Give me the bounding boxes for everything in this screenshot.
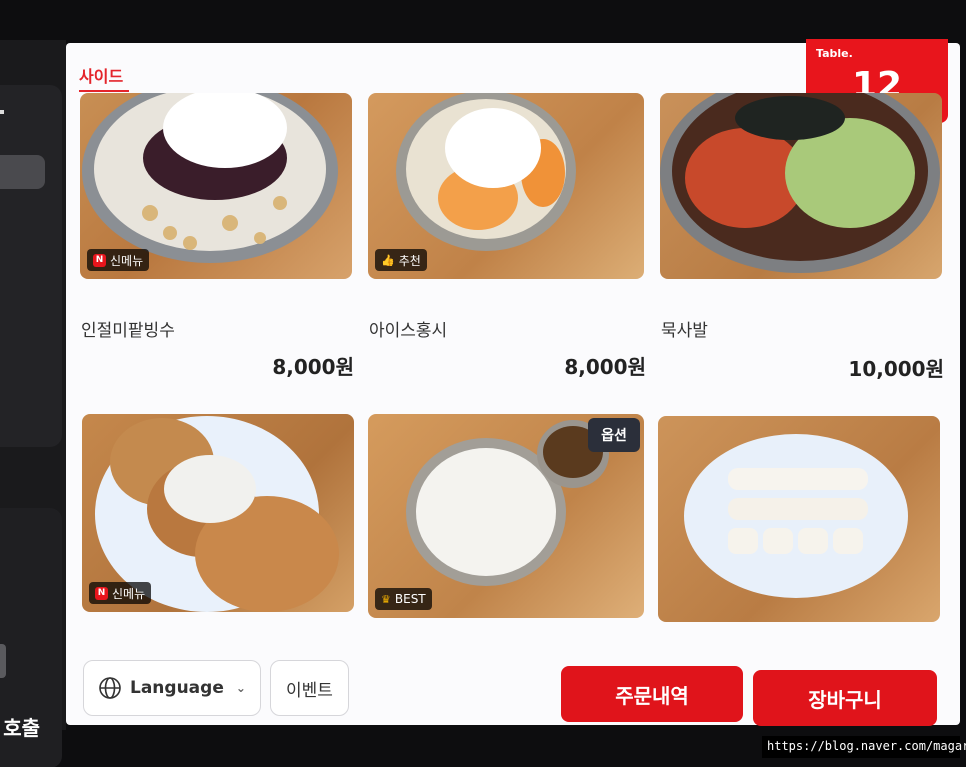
menu-card[interactable]: N 신메뉴: [82, 414, 354, 614]
thumbs-up-icon: 👍: [381, 253, 395, 267]
left-sidebar: 호출: [0, 40, 66, 767]
menu-tag-label: 신메뉴: [112, 586, 146, 601]
menu-card[interactable]: [658, 416, 942, 623]
menu-tag: N 신메뉴: [87, 249, 150, 271]
sidebar-menu-panel: [0, 85, 62, 447]
blog-watermark: https://blog.naver.com/magaret52: [762, 736, 966, 758]
category-tab-underline: [79, 90, 129, 92]
event-button[interactable]: 이벤트: [270, 660, 349, 716]
globe-icon: [99, 677, 121, 699]
menu-item-price: 10,000원: [848, 357, 944, 381]
sidebar-marker: [0, 110, 4, 114]
menu-photo-rice-drink: 옵션 ♛ BEST: [368, 414, 644, 618]
menu-tag-label: 신메뉴: [110, 253, 144, 268]
menu-photo-ice-persimmon: 👍 추천: [368, 93, 644, 279]
menu-photo-bingsu: N 신메뉴: [80, 93, 352, 279]
language-button[interactable]: Language ⌄: [83, 660, 261, 716]
category-tab-side[interactable]: 사이드: [79, 63, 123, 87]
new-icon: N: [95, 586, 108, 600]
kiosk-screen: 사이드 Table. 12 N 신메뉴 인절미팥빙수 8,000원 👍 추천 아…: [66, 39, 960, 726]
menu-item-price: 8,000원: [564, 355, 646, 379]
menu-item-name: 인절미팥빙수: [81, 321, 175, 341]
crown-icon: ♛: [381, 592, 391, 606]
menu-card[interactable]: 👍 추천 아이스홍시 8,000원: [368, 93, 646, 383]
menu-tag: 👍 추천: [375, 249, 427, 271]
menu-item-name: 묵사발: [661, 321, 708, 341]
menu-item-name: 아이스홍시: [369, 321, 448, 341]
table-label: Table.: [816, 47, 853, 60]
menu-tag: ♛ BEST: [375, 588, 432, 610]
sidebar-active-item[interactable]: [0, 155, 45, 189]
menu-tag-label: BEST: [394, 592, 426, 606]
sidebar-small-control[interactable]: [0, 644, 6, 678]
staff-call-button[interactable]: 호출: [0, 712, 40, 742]
menu-photo-garaetteok: [658, 416, 940, 622]
language-label: Language: [130, 678, 224, 698]
option-badge: 옵션: [588, 418, 640, 452]
menu-tag: N 신메뉴: [89, 582, 152, 604]
chevron-down-icon: ⌄: [235, 681, 246, 695]
menu-tag-label: 추천: [398, 253, 421, 268]
menu-photo-muksabal: [660, 93, 942, 279]
menu-card[interactable]: N 신메뉴 인절미팥빙수 8,000원: [80, 93, 354, 383]
menu-card[interactable]: 옵션 ♛ BEST: [368, 414, 644, 619]
menu-item-price: 8,000원: [272, 355, 354, 379]
menu-photo-hotteok: N 신메뉴: [82, 414, 354, 612]
order-history-button[interactable]: 주문내역: [561, 666, 743, 722]
cart-button[interactable]: 장바구니: [753, 670, 937, 726]
menu-card[interactable]: 묵사발 10,000원: [660, 93, 944, 385]
new-icon: N: [93, 253, 106, 267]
